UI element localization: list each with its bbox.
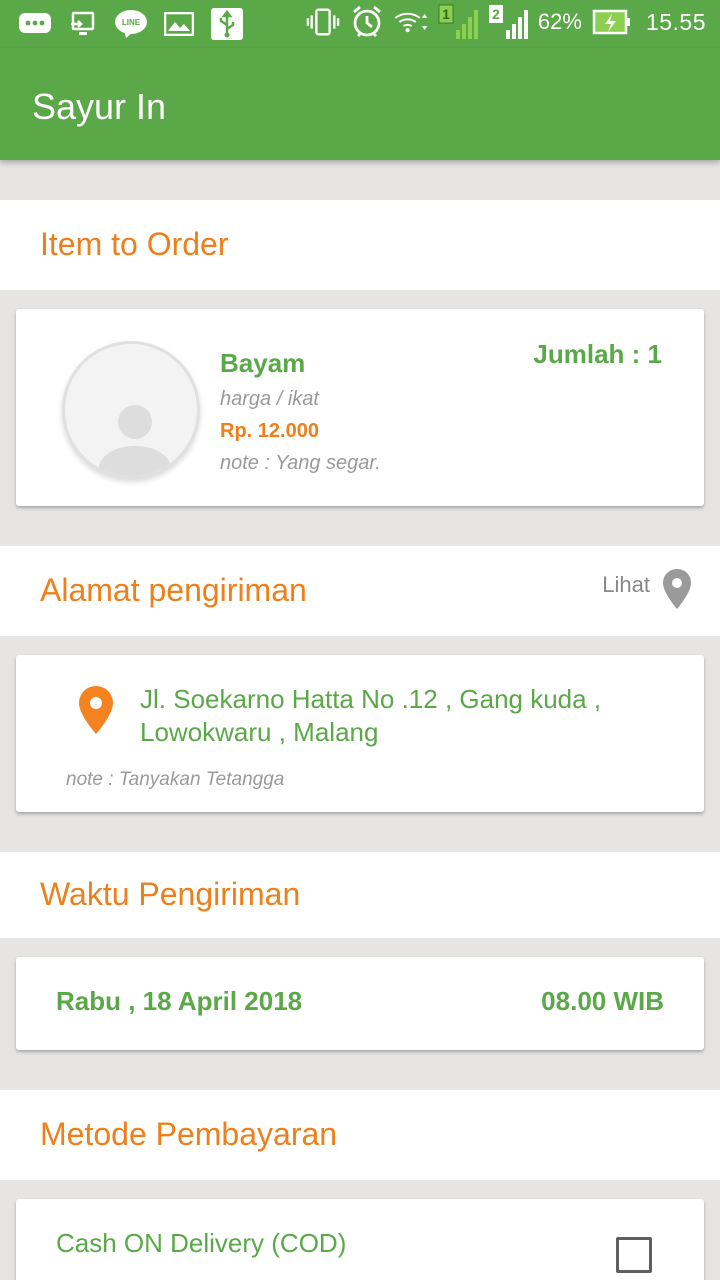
svg-text:LINE: LINE — [122, 18, 141, 27]
cast-icon — [66, 8, 100, 40]
app-title: Sayur In — [32, 86, 167, 127]
item-price: Rp. 12.000 — [220, 420, 319, 442]
item-section-header: Item to Order — [0, 200, 720, 290]
notification-icons: LINE — [18, 8, 244, 40]
address-section-header: Alamat pengiriman Lihat — [0, 546, 720, 636]
payment-section-header: Metode Pembayaran — [0, 1090, 720, 1180]
status-bar: LINE 1 2 62% 15.55 — [0, 0, 720, 48]
item-name: Bayam — [220, 348, 306, 378]
address-line-2: Lowokwaru , Malang — [140, 717, 379, 747]
payment-section-title: Metode Pembayaran — [40, 1116, 338, 1152]
time-section-header: Waktu Pengiriman — [0, 852, 720, 938]
product-avatar — [62, 341, 200, 479]
address-note: note : Tanyakan Tetangga — [66, 769, 285, 790]
clock: 15.55 — [645, 8, 706, 35]
line-app-icon: LINE — [114, 8, 148, 40]
item-section-title: Item to Order — [40, 226, 229, 262]
address-card[interactable]: Jl. Soekarno Hatta No .12 , Gang kuda , … — [16, 655, 704, 812]
delivery-time: 08.00 WIB — [541, 986, 664, 1016]
system-icons: 1 2 62% 15.55 — [306, 4, 706, 39]
delivery-time-card[interactable]: Rabu , 18 April 2018 08.00 WIB — [16, 957, 704, 1050]
image-icon — [162, 8, 196, 40]
signal-icon: 1 — [438, 4, 478, 39]
payment-option-label: Cash ON Delivery (COD) — [56, 1228, 347, 1258]
cod-checkbox[interactable] — [616, 1237, 652, 1273]
vibrate-icon — [306, 6, 340, 38]
address-section-title: Alamat pengiriman — [40, 572, 307, 608]
location-pin-icon[interactable] — [662, 568, 692, 615]
signal-icon: 2 — [488, 5, 528, 39]
app-bar: Sayur In — [0, 48, 720, 160]
address-line-1: Jl. Soekarno Hatta No .12 , Gang kuda , — [140, 684, 602, 714]
location-pin-icon — [78, 685, 114, 740]
person-placeholder-icon — [99, 405, 171, 476]
wifi-icon — [394, 6, 428, 38]
chat-bubble-icon — [18, 8, 52, 40]
address-text: Jl. Soekarno Hatta No .12 , Gang kuda , … — [140, 683, 601, 749]
sim2-label: 2 — [492, 6, 500, 22]
time-section-title: Waktu Pengiriman — [40, 876, 301, 912]
delivery-date: Rabu , 18 April 2018 — [56, 986, 303, 1016]
item-card[interactable]: Bayam harga / ikat Rp. 12.000 note : Yan… — [16, 309, 704, 506]
item-unit: harga / ikat — [220, 388, 319, 410]
battery-percent: 62% — [537, 9, 582, 34]
item-quantity: Jumlah : 1 — [533, 339, 662, 369]
item-note: note : Yang segar. — [220, 452, 381, 474]
battery-charging-icon — [592, 6, 632, 38]
usb-icon — [210, 8, 244, 40]
sim1-label: 1 — [442, 6, 450, 22]
view-map-link[interactable]: Lihat — [602, 572, 650, 598]
alarm-icon — [350, 5, 384, 38]
payment-option-card[interactable]: Cash ON Delivery (COD) — [16, 1199, 704, 1280]
